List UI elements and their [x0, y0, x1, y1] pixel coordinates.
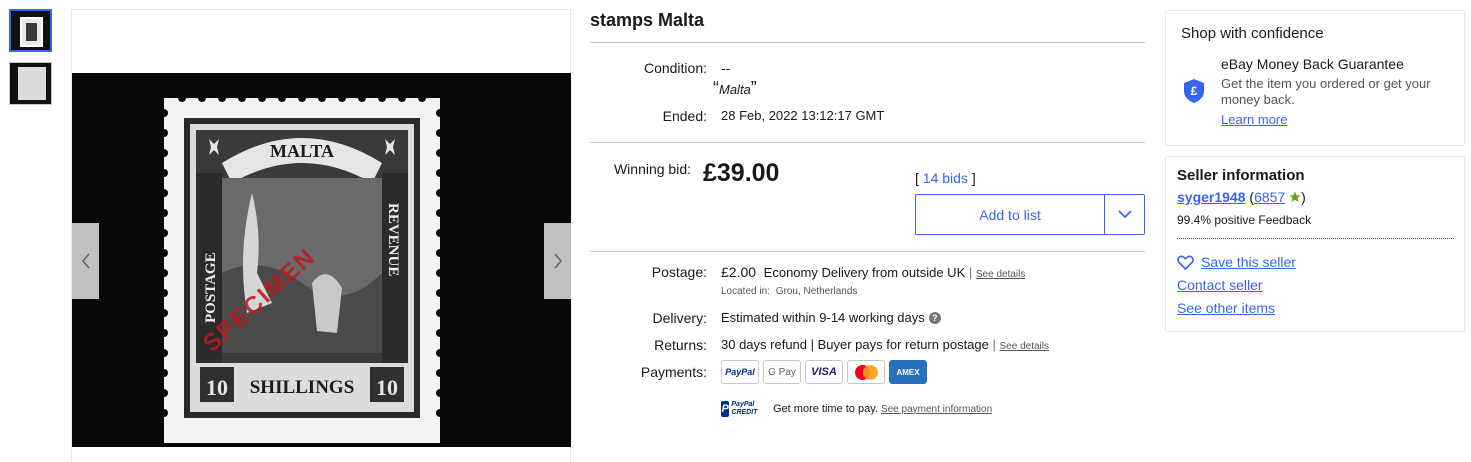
payments-label: Payments: [640, 364, 707, 380]
quote-text: Malta [719, 82, 751, 97]
stamp-top-text: MALTA [270, 141, 334, 161]
postage-row: £2.00 Economy Delivery from outside UK |… [721, 264, 1026, 280]
payment-methods: PayPal G Pay VISA AMEX [721, 360, 927, 384]
paypal-credit-logo-text: PayPal CREDIT [731, 401, 758, 416]
contact-seller-link[interactable]: Contact seller [1177, 277, 1263, 293]
item-title: stamps Malta [590, 10, 705, 30]
postage-method: Economy Delivery from outside UK [763, 265, 966, 280]
main-stamp-photo: MALTA POSTAGE REVENUE SHILLINGS 10 10 SP… [72, 73, 571, 447]
paypal-logo: PayPal [721, 360, 759, 384]
dotted-divider [1177, 238, 1454, 239]
returns-label: Returns: [654, 337, 707, 353]
visa-logo: VISA [805, 360, 843, 384]
paypal-credit-row: P PayPal CREDIT Get more time to pay. See… [721, 400, 992, 418]
shop-with-confidence-box: Shop with confidence £ eBay Money Back G… [1165, 10, 1465, 146]
seller-score-link[interactable]: 6857 [1254, 189, 1285, 205]
located-value: Grou, Netherlands [775, 286, 858, 297]
guarantee-title: eBay Money Back Guarantee [1221, 56, 1404, 72]
delivery-value: Estimated within 9-14 working days [721, 310, 925, 325]
located-row: Located in: Grou, Netherlands [721, 286, 857, 297]
svg-text:£: £ [1191, 84, 1198, 98]
delivery-label: Delivery: [652, 310, 707, 326]
seller-name-row: syger1948 (6857 ) [1177, 189, 1306, 205]
main-image-viewer: MALTA POSTAGE REVENUE SHILLINGS 10 10 SP… [71, 9, 571, 462]
google-pay-logo: G Pay [763, 360, 801, 384]
prev-image-button[interactable] [72, 223, 99, 299]
stamp-right-text: REVENUE [385, 203, 401, 276]
stamp-value-right: 10 [376, 375, 398, 400]
stamp-value-left: 10 [206, 375, 228, 400]
save-seller-row[interactable]: Save this seller [1177, 254, 1296, 270]
see-other-items-link[interactable]: See other items [1177, 300, 1275, 316]
stamp-left-text: POSTAGE [203, 252, 219, 323]
returns-row: 30 days refund | Buyer pays for return p… [721, 337, 1049, 352]
winning-bid-label: Winning bid: [613, 161, 691, 177]
shield-pound-icon: £ [1184, 79, 1204, 103]
chevron-left-icon [81, 253, 90, 269]
learn-more-link[interactable]: Learn more [1221, 112, 1287, 127]
condition-label: Condition: [643, 60, 707, 76]
thumbnail-back-image [18, 67, 46, 100]
bids-link[interactable]: 14 bids [923, 170, 968, 186]
add-to-list-dropdown[interactable] [1104, 195, 1144, 234]
mastercard-logo [847, 360, 885, 384]
divider [590, 251, 1145, 252]
located-label: Located in: [721, 286, 770, 297]
returns-value: 30 days refund | Buyer pays for return p… [721, 337, 989, 352]
returns-see-details-link[interactable]: See details [1000, 341, 1049, 352]
guarantee-text: Get the item you ordered or get your mon… [1221, 76, 1431, 107]
add-to-list-control: Add to list [915, 194, 1145, 235]
save-seller-link[interactable]: Save this seller [1201, 254, 1296, 270]
paypal-credit-logo: P PayPal CREDIT [721, 400, 767, 418]
seller-information-box: Seller information syger1948 (6857 ) 99.… [1165, 156, 1465, 332]
postage-price: £2.00 [721, 264, 757, 280]
divider [590, 42, 1145, 43]
heart-icon [1177, 254, 1194, 270]
amex-logo: AMEX [889, 360, 927, 384]
next-image-button[interactable] [544, 223, 571, 299]
condition-value: -- [721, 60, 731, 76]
thumbnail-2[interactable] [9, 62, 52, 105]
add-to-list-button[interactable]: Add to list [916, 195, 1104, 234]
delivery-row: Estimated within 9-14 working days? [721, 310, 941, 325]
quote-block: “Malta” [713, 78, 757, 98]
divider [590, 142, 1145, 143]
stamp-bottom-text: SHILLINGS [250, 377, 355, 398]
chevron-down-icon [1117, 210, 1132, 219]
winning-bid-price: £39.00 [703, 159, 780, 187]
seller-feedback: 99.4% positive Feedback [1177, 213, 1312, 227]
postage-see-details-link[interactable]: See details [976, 269, 1025, 280]
chevron-right-icon [553, 253, 562, 269]
star-icon [1289, 191, 1301, 202]
thumbnail-1[interactable] [9, 9, 52, 52]
info-icon[interactable]: ? [928, 312, 941, 324]
seller-heading: Seller information [1177, 167, 1305, 184]
seller-name-link[interactable]: syger1948 [1177, 189, 1246, 205]
postage-label: Postage: [651, 264, 707, 280]
paypal-credit-text: Get more time to pay. [773, 403, 878, 415]
see-payment-information-link[interactable]: See payment information [881, 404, 992, 415]
bids-count: [ 14 bids ] [915, 170, 976, 186]
confidence-heading: Shop with confidence [1181, 25, 1324, 42]
thumbnail-stamp-image [20, 17, 43, 47]
ended-label: Ended: [662, 108, 707, 124]
stamp-illustration: MALTA POSTAGE REVENUE SHILLINGS 10 10 SP… [72, 73, 571, 447]
ended-value: 28 Feb, 2022 13:12:17 GMT [721, 108, 885, 123]
